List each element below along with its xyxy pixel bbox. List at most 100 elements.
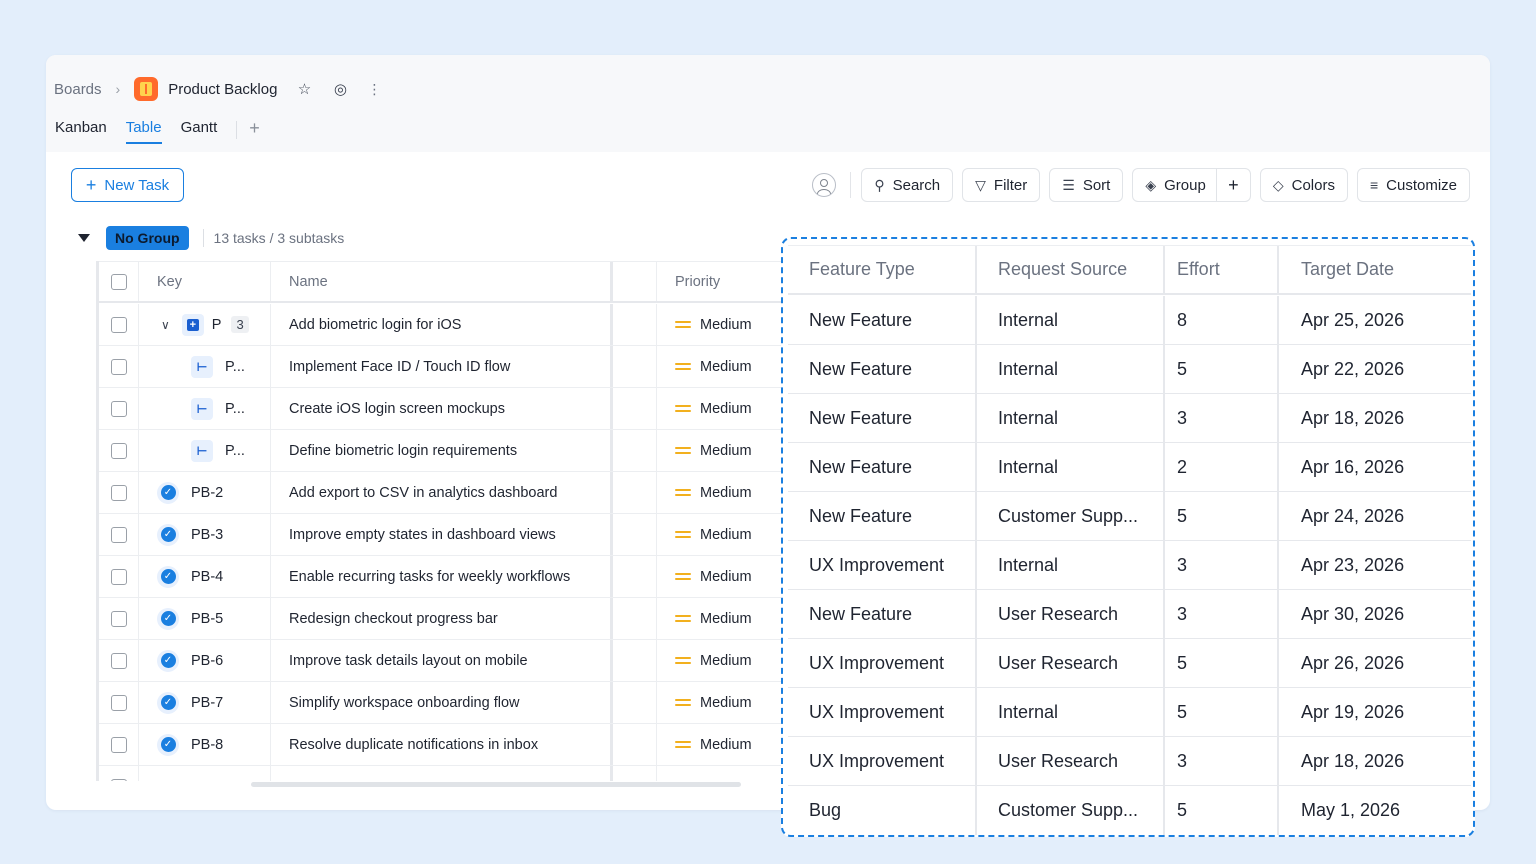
feature-type-cell[interactable]: New Feature — [788, 443, 977, 491]
row-checkbox[interactable] — [110, 316, 127, 333]
custom-fields-row[interactable]: New Feature Internal 5 Apr 22, 2026 — [788, 345, 1471, 394]
user-icon[interactable] — [812, 173, 837, 197]
row-checkbox[interactable] — [110, 400, 127, 417]
feature-type-cell[interactable]: New Feature — [788, 492, 977, 540]
request-source-cell[interactable]: User Research — [977, 590, 1165, 638]
task-key[interactable]: PB-5 — [191, 611, 223, 627]
column-header-priority[interactable]: Priority — [657, 262, 796, 301]
effort-cell[interactable]: 3 — [1165, 590, 1279, 638]
custom-fields-row[interactable]: UX Improvement User Research 5 Apr 26, 2… — [788, 639, 1471, 688]
request-source-cell[interactable]: User Research — [977, 639, 1165, 687]
effort-cell[interactable]: 5 — [1165, 639, 1279, 687]
column-header-request-source[interactable]: Request Source — [977, 246, 1165, 293]
task-name[interactable]: Add export to CSV in analytics dashboard — [271, 472, 613, 513]
table-row[interactable]: ⊢ P... Create iOS login screen mockups M… — [99, 388, 796, 430]
effort-cell[interactable]: 5 — [1165, 786, 1279, 835]
custom-fields-row[interactable]: New Feature Internal 8 Apr 25, 2026 — [788, 296, 1471, 345]
table-row[interactable]: ✓ PB-6 Improve task details layout on mo… — [99, 640, 796, 682]
custom-fields-row[interactable]: UX Improvement Internal 5 Apr 19, 2026 — [788, 688, 1471, 737]
task-name[interactable]: Add biometric login for iOS — [271, 304, 613, 345]
target-date-cell[interactable]: Apr 16, 2026 — [1279, 443, 1471, 491]
task-key[interactable]: PB-8 — [191, 737, 223, 753]
task-key[interactable]: P... — [225, 443, 245, 459]
table-row[interactable]: ✓ PB-5 Redesign checkout progress bar Me… — [99, 598, 796, 640]
priority-cell[interactable]: Medium — [657, 514, 796, 555]
column-header-effort[interactable]: Effort — [1165, 246, 1279, 293]
task-name[interactable] — [271, 766, 613, 781]
priority-cell[interactable]: Medium — [657, 556, 796, 597]
sort-button[interactable]: ☰ Sort — [1049, 168, 1124, 202]
row-checkbox[interactable] — [110, 526, 127, 543]
table-row[interactable]: ✓ PB-8 Resolve duplicate notifications i… — [99, 724, 796, 766]
new-task-button[interactable]: + New Task — [71, 168, 184, 202]
task-name[interactable]: Implement Face ID / Touch ID flow — [271, 346, 613, 387]
feature-type-cell[interactable]: UX Improvement — [788, 541, 977, 589]
priority-cell[interactable]: Medium — [657, 724, 796, 765]
request-source-cell[interactable]: Internal — [977, 296, 1165, 344]
row-checkbox[interactable] — [110, 358, 127, 375]
tab-kanban[interactable]: Kanban — [55, 119, 107, 142]
effort-cell[interactable]: 5 — [1165, 688, 1279, 736]
priority-cell[interactable]: Medium — [657, 388, 796, 429]
target-date-cell[interactable]: May 1, 2026 — [1279, 786, 1471, 835]
search-button[interactable]: ⚲ Search — [861, 168, 954, 202]
effort-cell[interactable]: 5 — [1165, 492, 1279, 540]
task-name[interactable]: Create iOS login screen mockups — [271, 388, 613, 429]
priority-cell[interactable]: Medium — [657, 640, 796, 681]
task-name[interactable]: Improve empty states in dashboard views — [271, 514, 613, 555]
row-checkbox[interactable] — [110, 610, 127, 627]
row-checkbox[interactable] — [110, 442, 127, 459]
column-header-feature-type[interactable]: Feature Type — [788, 246, 977, 293]
expand-icon[interactable]: ∨ — [161, 318, 170, 332]
target-date-cell[interactable]: Apr 25, 2026 — [1279, 296, 1471, 344]
request-source-cell[interactable]: Customer Supp... — [977, 492, 1165, 540]
table-row[interactable]: ✓ PB-4 Enable recurring tasks for weekly… — [99, 556, 796, 598]
group-button[interactable]: ◈ Group + — [1132, 168, 1251, 202]
horizontal-scrollbar[interactable] — [251, 782, 741, 787]
task-key[interactable]: PB-4 — [191, 569, 223, 585]
table-row[interactable]: ✓ PB-7 Simplify workspace onboarding flo… — [99, 682, 796, 724]
caret-down-icon[interactable] — [78, 234, 90, 242]
priority-cell[interactable]: Medium — [657, 430, 796, 471]
filter-button[interactable]: ▽ Filter — [962, 168, 1041, 202]
task-key[interactable]: P... — [225, 359, 245, 375]
task-name[interactable]: Define biometric login requirements — [271, 430, 613, 471]
row-checkbox[interactable] — [110, 652, 127, 669]
task-key[interactable]: PB-3 — [191, 527, 223, 543]
custom-fields-row[interactable]: New Feature Internal 2 Apr 16, 2026 — [788, 443, 1471, 492]
table-row[interactable]: ⊢ P... Define biometric login requiremen… — [99, 430, 796, 472]
priority-cell[interactable] — [657, 766, 796, 781]
select-all-checkbox[interactable] — [110, 273, 127, 290]
request-source-cell[interactable]: Internal — [977, 443, 1165, 491]
effort-cell[interactable]: 3 — [1165, 394, 1279, 442]
colors-button[interactable]: ◇ Colors — [1259, 168, 1348, 202]
request-source-cell[interactable]: Internal — [977, 394, 1165, 442]
effort-cell[interactable]: 3 — [1165, 737, 1279, 785]
effort-cell[interactable]: 5 — [1165, 345, 1279, 393]
task-name[interactable]: Redesign checkout progress bar — [271, 598, 613, 639]
request-source-cell[interactable]: Internal — [977, 345, 1165, 393]
feature-type-cell[interactable]: New Feature — [788, 590, 977, 638]
tab-table[interactable]: Table — [125, 119, 162, 144]
add-view-icon[interactable]: + — [249, 119, 260, 137]
row-checkbox[interactable] — [110, 568, 127, 585]
priority-cell[interactable]: Medium — [657, 598, 796, 639]
column-header-target-date[interactable]: Target Date — [1279, 246, 1471, 293]
tab-gantt[interactable]: Gantt — [181, 119, 218, 142]
feature-type-cell[interactable]: New Feature — [788, 296, 977, 344]
row-checkbox[interactable] — [110, 694, 127, 711]
task-name[interactable]: Simplify workspace onboarding flow — [271, 682, 613, 723]
custom-fields-row[interactable]: New Feature Customer Supp... 5 Apr 24, 2… — [788, 492, 1471, 541]
custom-fields-row[interactable]: New Feature User Research 3 Apr 30, 2026 — [788, 590, 1471, 639]
target-date-cell[interactable]: Apr 23, 2026 — [1279, 541, 1471, 589]
target-date-cell[interactable]: Apr 18, 2026 — [1279, 394, 1471, 442]
row-checkbox[interactable] — [110, 736, 127, 753]
star-icon[interactable]: ☆ — [295, 80, 313, 98]
task-key[interactable]: PB-2 — [191, 485, 223, 501]
task-key[interactable]: P — [212, 317, 222, 333]
effort-cell[interactable]: 8 — [1165, 296, 1279, 344]
target-date-cell[interactable]: Apr 24, 2026 — [1279, 492, 1471, 540]
task-key[interactable]: PB-6 — [191, 653, 223, 669]
custom-fields-row[interactable]: Bug Customer Supp... 5 May 1, 2026 — [788, 786, 1471, 835]
table-row-partial[interactable] — [99, 766, 796, 781]
